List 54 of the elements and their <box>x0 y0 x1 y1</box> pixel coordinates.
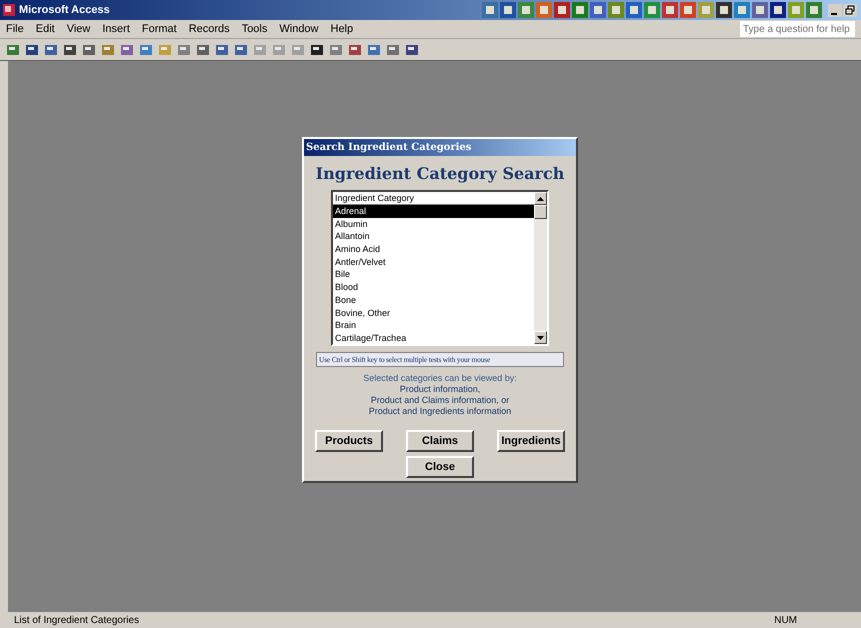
info-text: Product and Claims information, or <box>370 395 510 406</box>
toolbar-icon[interactable] <box>63 42 77 56</box>
square-icon[interactable] <box>554 2 570 18</box>
status-text: List of Ingredient Categories <box>14 614 140 628</box>
menu-item[interactable]: File <box>6 20 24 38</box>
dialog-heading: Ingredient Category Search <box>316 163 564 185</box>
view-button[interactable]: Ingredients <box>497 430 565 452</box>
list-item[interactable]: Blood <box>333 281 534 294</box>
info-text: Selected categories can be viewed by: <box>363 373 517 384</box>
list-item[interactable]: Bone <box>333 294 534 306</box>
list-item[interactable]: Amino Acid <box>333 243 534 256</box>
scroll-up-icon[interactable] <box>534 192 547 205</box>
toolbar-icon[interactable] <box>25 42 39 56</box>
list-item[interactable]: Bovine, Other <box>333 306 534 320</box>
view-button[interactable]: Products <box>315 430 383 452</box>
list-item[interactable]: Bile <box>333 268 534 282</box>
scroll-bar[interactable] <box>534 192 547 344</box>
close-button[interactable]: Close <box>406 456 474 478</box>
help-search-field[interactable]: Type a question for help <box>740 21 855 37</box>
toolbar-icon[interactable] <box>310 42 324 56</box>
menu-item[interactable]: Insert <box>102 20 130 38</box>
square-icon[interactable] <box>716 2 732 18</box>
minimize-icon[interactable] <box>828 4 842 16</box>
app-icon <box>2 3 16 17</box>
list-item[interactable]: Adrenal <box>333 205 534 218</box>
square-icon[interactable] <box>590 2 606 18</box>
menu-item[interactable]: Format <box>142 20 177 38</box>
square-icon[interactable] <box>662 2 678 18</box>
list-item[interactable]: Antler/Velvet <box>333 256 534 268</box>
dialog-title: Search Ingredient Categories <box>304 139 576 156</box>
scroll-down-icon[interactable] <box>534 331 547 344</box>
num-lock-indicator: NUM <box>774 614 797 628</box>
menu-item[interactable]: Window <box>279 20 318 38</box>
menu-item[interactable]: Help <box>330 20 354 38</box>
view-button[interactable]: Claims <box>406 430 474 452</box>
restore-icon[interactable] <box>843 4 857 16</box>
list-item[interactable]: Allantoin <box>333 230 534 244</box>
list-item[interactable]: Cartilage/Trachea <box>333 332 534 345</box>
category-list[interactable]: Ingredient Category Adrenal Albumin Allantoin Amino Acid Antler/Velvet Bile Blood Bone Bovine, Other Brain Cartilage/Trachea <box>331 190 549 346</box>
menu-item[interactable]: Edit <box>36 20 55 38</box>
menu-item[interactable]: View <box>66 20 90 38</box>
square-icon[interactable] <box>626 2 642 18</box>
info-text: Product and Ingredients information <box>368 406 512 417</box>
square-icon[interactable] <box>770 2 786 18</box>
info-text: Product information, <box>400 384 480 395</box>
menu-item[interactable]: Records <box>188 20 230 38</box>
square-icon[interactable] <box>500 2 516 18</box>
toolbar-icon[interactable] <box>405 42 419 56</box>
list-item[interactable]: Brain <box>333 319 534 332</box>
menu-item[interactable]: Tools <box>242 20 268 38</box>
list-item[interactable]: Albumin <box>333 218 534 230</box>
window-title: Microsoft Access <box>19 2 110 18</box>
square-icon[interactable] <box>752 2 768 18</box>
scroll-thumb[interactable] <box>534 205 547 219</box>
